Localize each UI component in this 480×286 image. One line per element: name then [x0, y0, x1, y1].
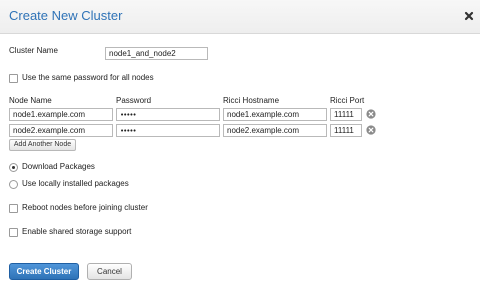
- dialog-header: Create New Cluster: [0, 0, 480, 34]
- remove-node-icon[interactable]: [366, 125, 376, 135]
- download-packages-radio[interactable]: [9, 163, 18, 172]
- node-name-input[interactable]: [9, 108, 113, 121]
- dialog-title: Create New Cluster: [9, 8, 123, 23]
- reboot-nodes-checkbox[interactable]: [9, 204, 18, 213]
- ricci-hostname-input[interactable]: [223, 108, 327, 121]
- shared-storage-label: Enable shared storage support: [22, 227, 132, 236]
- header-ricci-port: Ricci Port: [330, 96, 365, 105]
- same-password-label: Use the same password for all nodes: [22, 73, 154, 82]
- ricci-port-input[interactable]: [330, 108, 362, 121]
- local-packages-radio[interactable]: [9, 180, 18, 189]
- reboot-nodes-label: Reboot nodes before joining cluster: [22, 203, 148, 212]
- ricci-port-input[interactable]: [330, 124, 362, 137]
- close-icon[interactable]: [463, 10, 475, 22]
- password-input[interactable]: [116, 108, 220, 121]
- header-ricci-hostname: Ricci Hostname: [223, 96, 280, 105]
- node-name-input[interactable]: [9, 124, 113, 137]
- shared-storage-checkbox[interactable]: [9, 228, 18, 237]
- ricci-hostname-input[interactable]: [223, 124, 327, 137]
- cluster-name-input[interactable]: [105, 47, 208, 60]
- same-password-checkbox[interactable]: [9, 74, 18, 83]
- header-node-name: Node Name: [9, 96, 52, 105]
- remove-node-icon[interactable]: [366, 109, 376, 119]
- local-packages-label: Use locally installed packages: [22, 179, 129, 188]
- download-packages-label: Download Packages: [22, 162, 95, 171]
- add-another-node-button[interactable]: Add Another Node: [9, 139, 76, 151]
- cluster-name-label: Cluster Name: [9, 46, 58, 55]
- header-password: Password: [116, 96, 152, 105]
- cancel-button[interactable]: Cancel: [87, 263, 132, 280]
- password-input[interactable]: [116, 124, 220, 137]
- create-cluster-button[interactable]: Create Cluster: [9, 263, 79, 280]
